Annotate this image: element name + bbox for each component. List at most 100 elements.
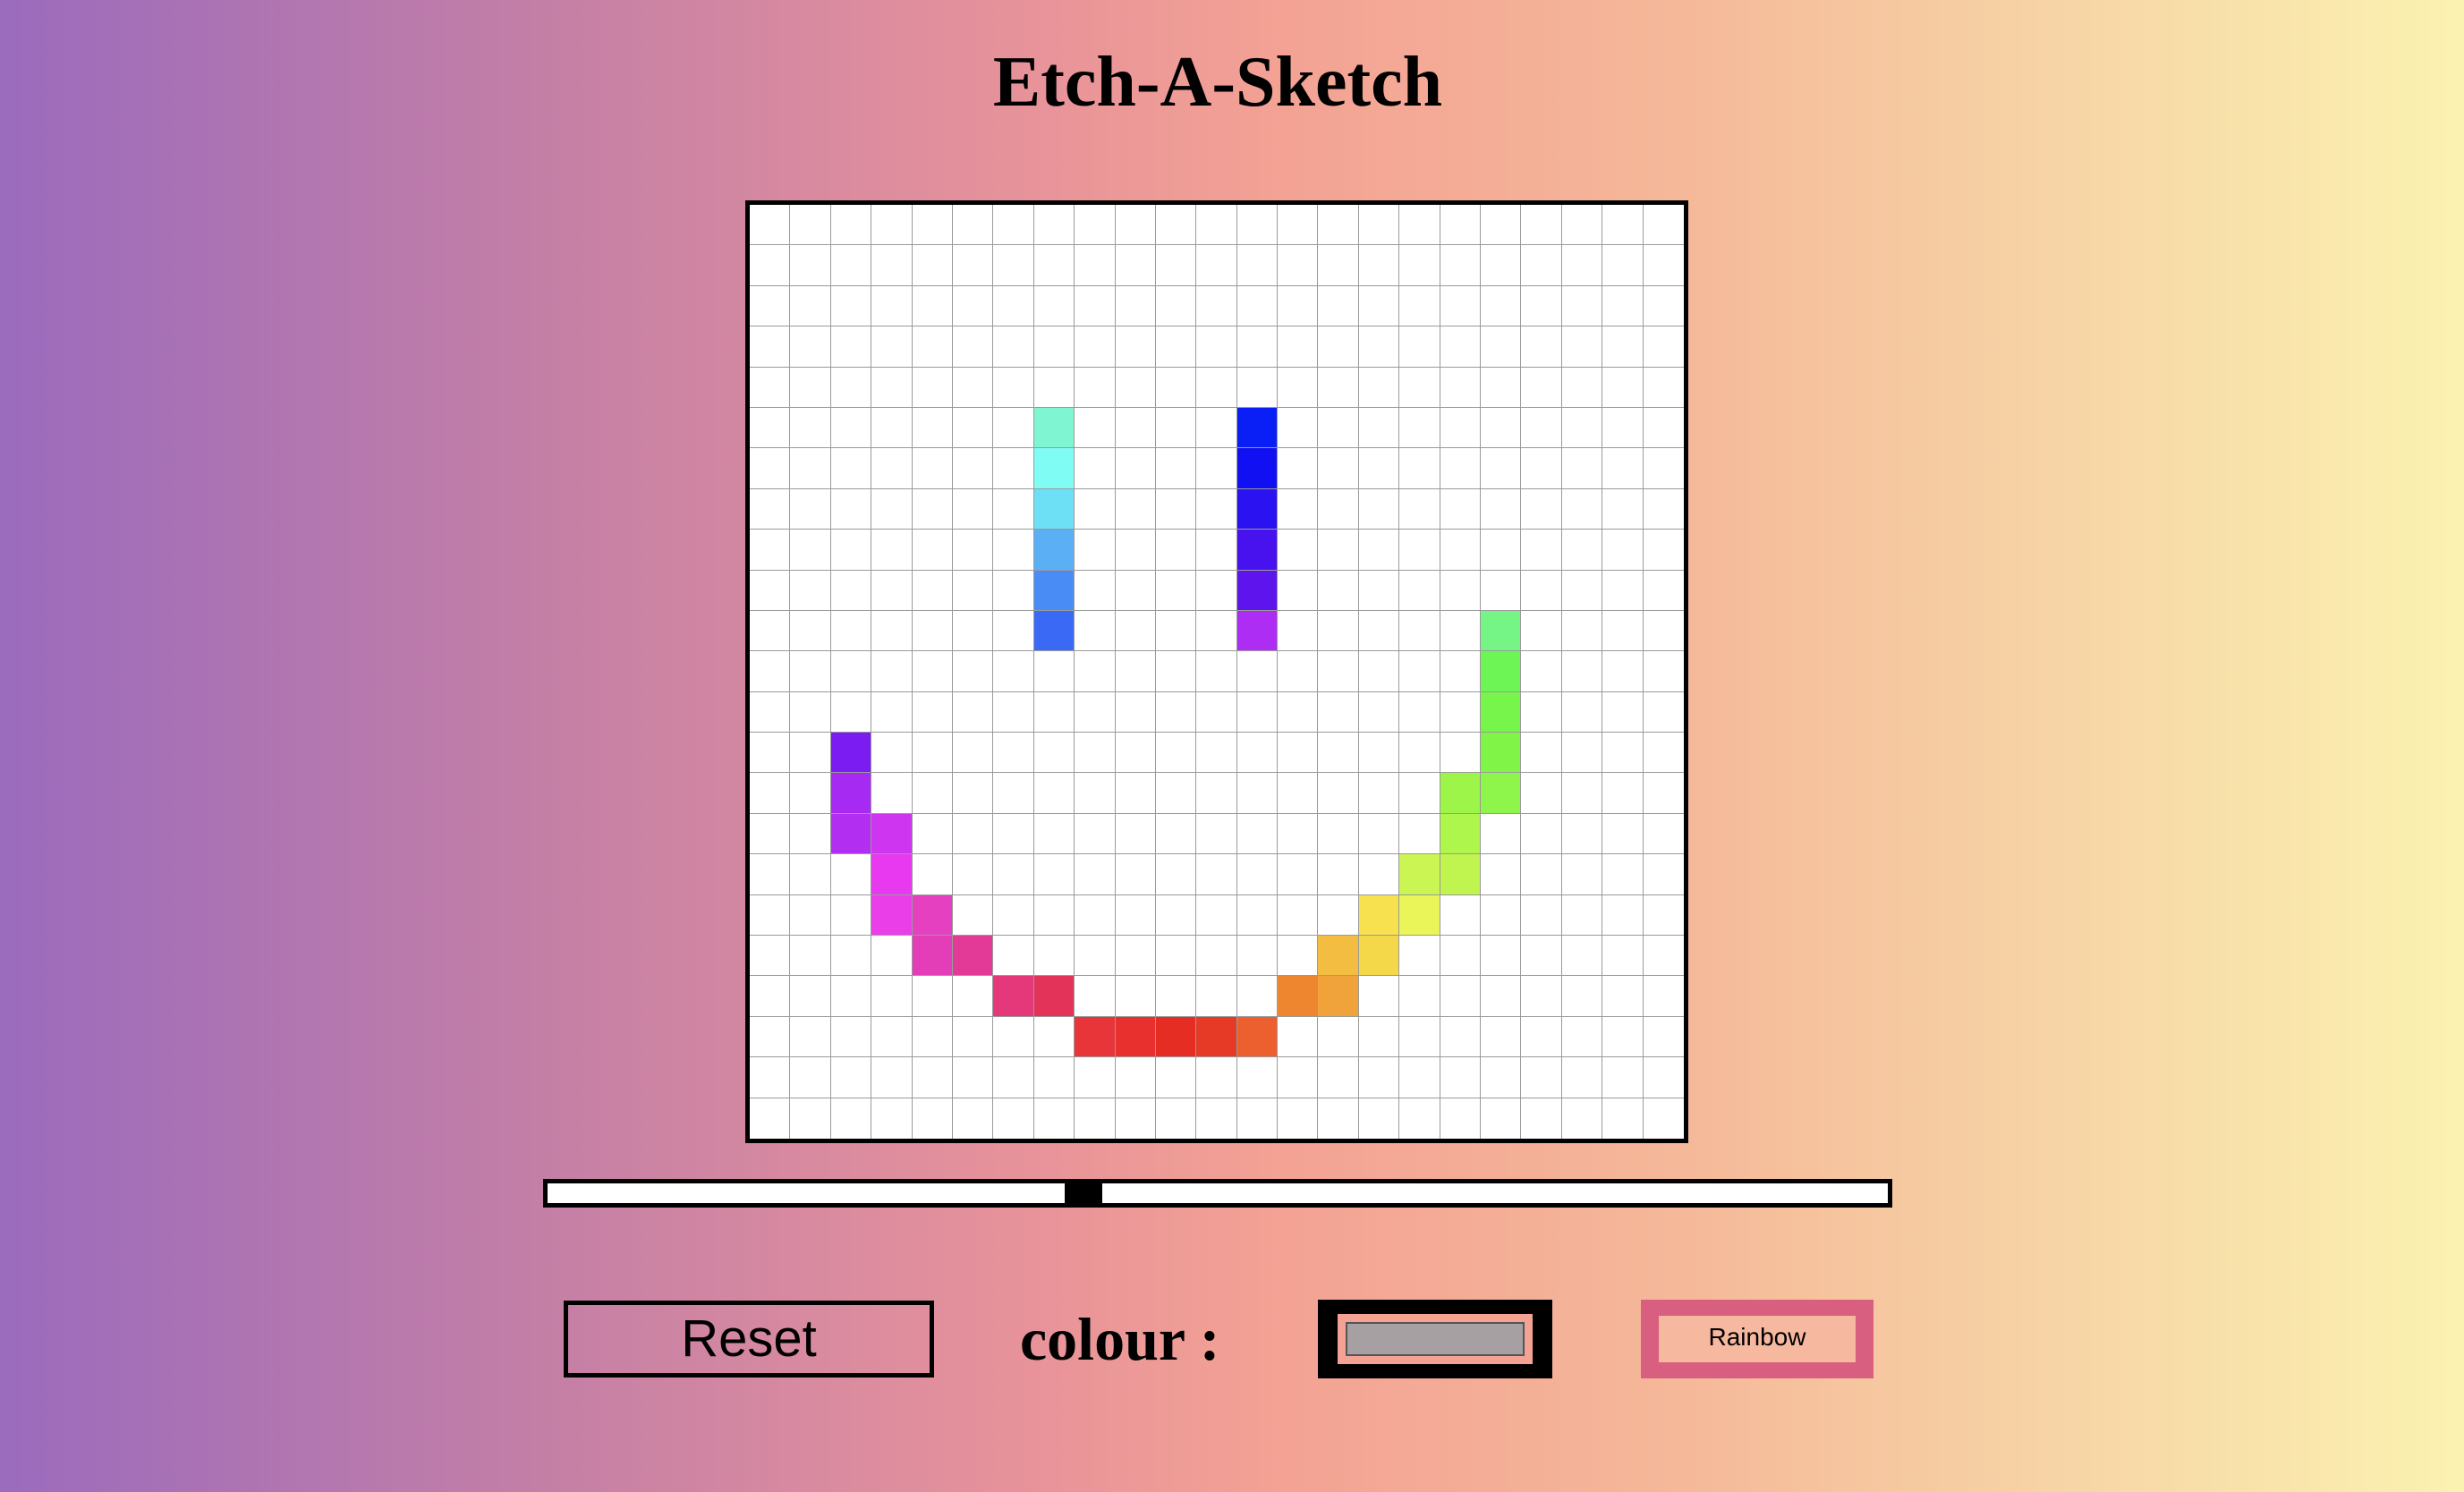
grid-cell[interactable]: [871, 813, 913, 855]
grid-cell[interactable]: [1561, 205, 1603, 246]
grid-cell[interactable]: [1318, 448, 1359, 489]
grid-cell[interactable]: [790, 691, 831, 733]
grid-cell[interactable]: [1196, 854, 1237, 895]
reset-button[interactable]: Reset: [564, 1301, 934, 1378]
grid-cell[interactable]: [1481, 570, 1522, 611]
grid-cell[interactable]: [1115, 407, 1156, 449]
colour-swatch[interactable]: [1346, 1322, 1525, 1356]
grid-cell[interactable]: [1602, 530, 1644, 571]
grid-cell[interactable]: [1481, 691, 1522, 733]
grid-cell[interactable]: [1602, 1057, 1644, 1098]
grid-cell[interactable]: [1440, 610, 1482, 652]
grid-cell[interactable]: [1318, 894, 1359, 937]
grid-cell[interactable]: [1481, 610, 1522, 652]
grid-cell[interactable]: [1481, 285, 1522, 327]
grid-cell[interactable]: [1561, 326, 1603, 368]
grid-cell[interactable]: [1318, 610, 1359, 652]
grid-cell[interactable]: [993, 407, 1034, 449]
grid-cell[interactable]: [1440, 488, 1482, 530]
grid-cell[interactable]: [952, 773, 994, 814]
grid-cell[interactable]: [952, 245, 994, 286]
grid-cell[interactable]: [1196, 691, 1237, 733]
grid-cell[interactable]: [1278, 367, 1319, 408]
grid-cell[interactable]: [993, 773, 1034, 814]
grid-cell[interactable]: [993, 285, 1034, 327]
grid-cell[interactable]: [871, 285, 913, 327]
grid-cell[interactable]: [912, 245, 953, 286]
grid-cell[interactable]: [1399, 936, 1440, 977]
grid-cell[interactable]: [1399, 285, 1440, 327]
grid-cell[interactable]: [1155, 448, 1197, 489]
grid-cell[interactable]: [1196, 976, 1237, 1017]
grid-cell[interactable]: [1399, 407, 1440, 449]
grid-cell[interactable]: [1033, 407, 1075, 449]
grid-cell[interactable]: [1561, 488, 1603, 530]
grid-cell[interactable]: [1481, 326, 1522, 368]
grid-cell[interactable]: [1521, 691, 1562, 733]
grid-cell[interactable]: [952, 813, 994, 855]
grid-cell[interactable]: [1440, 773, 1482, 814]
grid-cell[interactable]: [1155, 976, 1197, 1017]
grid-cell[interactable]: [1521, 1016, 1562, 1058]
grid-cell[interactable]: [1278, 976, 1319, 1017]
grid-cell[interactable]: [871, 936, 913, 977]
grid-cell[interactable]: [1358, 285, 1400, 327]
grid-cell[interactable]: [1115, 285, 1156, 327]
grid-cell[interactable]: [1561, 610, 1603, 652]
grid-cell[interactable]: [1643, 1057, 1684, 1098]
grid-cell[interactable]: [1318, 976, 1359, 1017]
grid-cell[interactable]: [1033, 326, 1075, 368]
grid-cell[interactable]: [952, 651, 994, 692]
grid-cell[interactable]: [1075, 326, 1116, 368]
grid-cell[interactable]: [750, 245, 791, 286]
grid-cell[interactable]: [1440, 367, 1482, 408]
grid-cell[interactable]: [1318, 1057, 1359, 1098]
grid-cell[interactable]: [790, 1098, 831, 1139]
grid-cell[interactable]: [1155, 894, 1197, 937]
grid-cell[interactable]: [1196, 570, 1237, 611]
grid-cell[interactable]: [1481, 407, 1522, 449]
grid-cell[interactable]: [1236, 854, 1279, 895]
grid-cell[interactable]: [750, 1016, 791, 1058]
grid-cell[interactable]: [830, 285, 872, 327]
grid-cell[interactable]: [952, 1057, 994, 1098]
grid-cell[interactable]: [1481, 1016, 1522, 1058]
grid-cell[interactable]: [1075, 651, 1116, 692]
grid-cell[interactable]: [790, 367, 831, 408]
grid-cell[interactable]: [871, 651, 913, 692]
grid-cell[interactable]: [830, 245, 872, 286]
grid-cell[interactable]: [952, 285, 994, 327]
grid-cell[interactable]: [1358, 570, 1400, 611]
grid-cell[interactable]: [1440, 205, 1482, 246]
grid-cell[interactable]: [1561, 936, 1603, 977]
grid-cell[interactable]: [1278, 1057, 1319, 1098]
grid-cell[interactable]: [1602, 894, 1644, 937]
grid-cell[interactable]: [1643, 285, 1684, 327]
grid-cell[interactable]: [1075, 936, 1116, 977]
grid-cell[interactable]: [912, 407, 953, 449]
grid-cell[interactable]: [993, 570, 1034, 611]
grid-cell[interactable]: [1075, 245, 1116, 286]
grid-cell[interactable]: [1115, 530, 1156, 571]
grid-cell[interactable]: [1155, 488, 1197, 530]
grid-cell[interactable]: [1155, 691, 1197, 733]
grid-cell[interactable]: [1481, 1098, 1522, 1139]
grid-cell[interactable]: [1115, 773, 1156, 814]
grid-cell[interactable]: [1643, 205, 1684, 246]
grid-cell[interactable]: [1561, 691, 1603, 733]
grid-cell[interactable]: [1278, 407, 1319, 449]
grid-cell[interactable]: [750, 326, 791, 368]
grid-cell[interactable]: [1278, 488, 1319, 530]
grid-cell[interactable]: [1440, 285, 1482, 327]
grid-cell[interactable]: [790, 570, 831, 611]
grid-cell[interactable]: [1033, 773, 1075, 814]
grid-cell[interactable]: [1318, 285, 1359, 327]
slider-thumb[interactable]: [1065, 1179, 1103, 1208]
grid-cell[interactable]: [1358, 773, 1400, 814]
grid-cell[interactable]: [1318, 530, 1359, 571]
grid-cell[interactable]: [1033, 530, 1075, 571]
grid-cell[interactable]: [750, 894, 791, 937]
grid-cell[interactable]: [1521, 976, 1562, 1017]
grid-cell[interactable]: [1155, 570, 1197, 611]
grid-cell[interactable]: [1155, 245, 1197, 286]
